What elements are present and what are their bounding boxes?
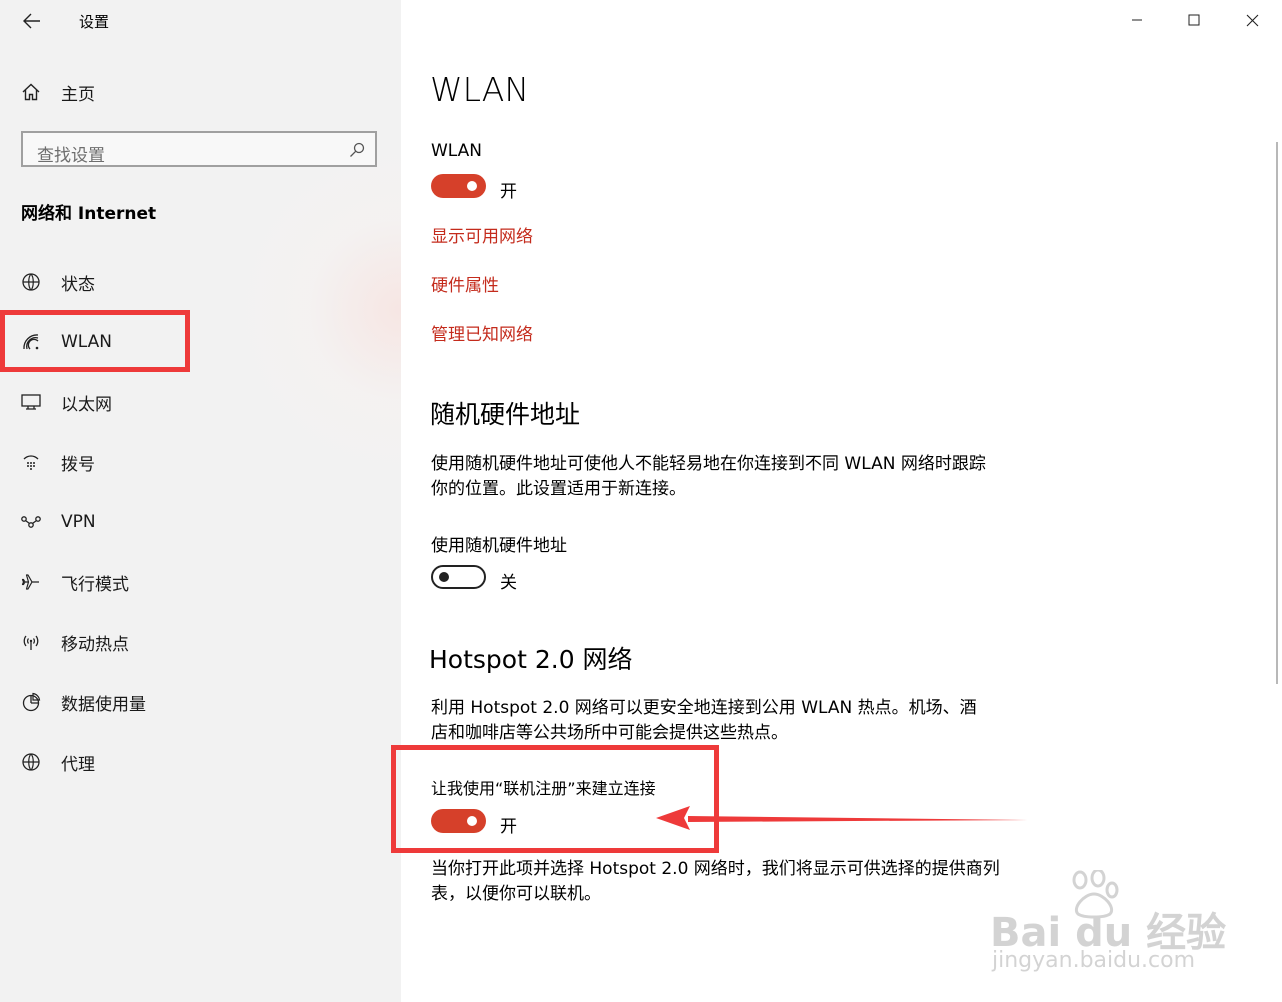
sidebar-item-airplane[interactable]: 飞行模式 — [0, 562, 390, 602]
sidebar-item-label: 以太网 — [61, 394, 112, 415]
random-mac-toggle-label: 使用随机硬件地址 — [431, 536, 567, 556]
sidebar-item-vpn[interactable]: VPN — [0, 502, 390, 542]
random-mac-toggle-state: 关 — [500, 573, 517, 593]
toggle-knob — [439, 572, 449, 582]
sidebar: 设置 主页 查找设置 网络和 Internet 状态 WLAN 以太网 拨号 V… — [0, 0, 401, 1002]
sidebar-item-status[interactable]: 状态 — [0, 262, 390, 302]
data-usage-icon — [20, 691, 42, 713]
wlan-toggle-state: 开 — [500, 182, 517, 202]
sidebar-item-ethernet[interactable]: 以太网 — [0, 382, 390, 422]
close-button[interactable] — [1229, 0, 1275, 40]
annotation-box-hotspot — [391, 745, 719, 853]
hotspot-icon — [20, 631, 42, 653]
baidu-watermark: Bai du 经验 jingyan.baidu.com — [980, 870, 1226, 980]
home-label: 主页 — [61, 84, 95, 105]
random-mac-toggle[interactable] — [431, 565, 486, 589]
sidebar-item-label: VPN — [61, 512, 96, 532]
search-input[interactable]: 查找设置 — [21, 131, 377, 167]
annotation-arrow — [656, 806, 1028, 830]
sidebar-item-proxy[interactable]: 代理 — [0, 742, 390, 782]
toggle-knob — [467, 181, 477, 191]
random-mac-heading: 随机硬件地址 — [430, 400, 581, 429]
sidebar-item-hotspot[interactable]: 移动热点 — [0, 622, 390, 662]
search-placeholder: 查找设置 — [37, 146, 105, 166]
watermark-url: jingyan.baidu.com — [992, 948, 1196, 973]
minimize-icon — [1132, 19, 1142, 21]
globe-proxy-icon — [20, 751, 42, 773]
sidebar-item-label: 移动热点 — [61, 634, 129, 655]
sidebar-item-home[interactable]: 主页 — [0, 72, 390, 112]
back-arrow-icon — [23, 13, 40, 29]
maximize-button[interactable] — [1171, 0, 1217, 40]
sidebar-item-data-usage[interactable]: 数据使用量 — [0, 682, 390, 722]
hotspot-description: 利用 Hotspot 2.0 网络可以更安全地连接到公用 WLAN 热点。机场、… — [431, 698, 977, 743]
sidebar-item-label: 飞行模式 — [61, 574, 129, 595]
dialup-icon — [20, 451, 42, 473]
back-button[interactable] — [14, 6, 50, 36]
vpn-icon — [20, 511, 42, 533]
maximize-icon — [1188, 14, 1200, 26]
hotspot-heading: Hotspot 2.0 网络 — [429, 645, 633, 674]
globe-status-icon — [20, 271, 42, 293]
sidebar-item-label: 代理 — [61, 754, 95, 775]
home-icon — [20, 81, 42, 103]
page-title: WLAN — [430, 70, 530, 109]
annotation-box-wlan — [0, 310, 190, 372]
airplane-icon — [20, 571, 42, 593]
scrollbar[interactable] — [1276, 142, 1278, 684]
link-hardware-properties[interactable]: 硬件属性 — [431, 271, 499, 296]
wlan-toggle[interactable] — [431, 174, 486, 198]
section-title: 网络和 Internet — [21, 204, 157, 224]
wlan-toggle-label: WLAN — [431, 141, 483, 161]
search-icon — [349, 142, 365, 162]
ethernet-icon — [20, 391, 42, 413]
hotspot-footer-text: 当你打开此项并选择 Hotspot 2.0 网络时，我们将显示可供选择的提供商列… — [431, 859, 1000, 904]
window-title: 设置 — [79, 13, 110, 31]
sidebar-item-label: 状态 — [61, 274, 95, 295]
random-mac-description: 使用随机硬件地址可使他人不能轻易地在你连接到不同 WLAN 网络时跟踪你的位置。… — [431, 454, 986, 499]
sidebar-item-label: 数据使用量 — [61, 694, 146, 715]
close-icon — [1246, 14, 1258, 26]
sidebar-item-dialup[interactable]: 拨号 — [0, 442, 390, 482]
sidebar-item-label: 拨号 — [61, 454, 95, 475]
link-show-available-networks[interactable]: 显示可用网络 — [431, 222, 533, 247]
minimize-button[interactable] — [1114, 0, 1160, 40]
link-manage-known-networks[interactable]: 管理已知网络 — [431, 320, 533, 345]
